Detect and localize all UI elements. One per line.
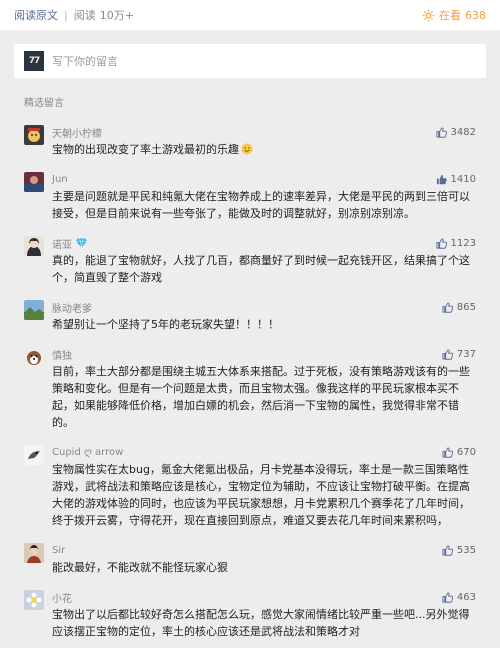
like-button[interactable]: 670 <box>442 447 476 458</box>
like-count: 737 <box>456 348 476 360</box>
cartoon-avatar-icon <box>24 125 44 145</box>
comment-item: 诺亚 1123 真的，能退了宝物就好，人找了几百，都商量好了到时候一起充钱开区，… <box>14 230 486 294</box>
commenter-name[interactable]: 脉动老爹 <box>52 300 92 315</box>
user-avatar: 77 <box>24 51 44 71</box>
avatar[interactable] <box>24 300 44 320</box>
comment-list: 天朝小柠檬 3482 宝物的出现改变了率土游戏最初的乐趣 Jun 1410 主要… <box>0 119 500 648</box>
bird-avatar-icon <box>24 445 44 465</box>
diamond-icon <box>76 238 87 248</box>
like-button[interactable]: 463 <box>442 592 476 603</box>
read-original-link[interactable]: 阅读原文 <box>14 7 58 23</box>
like-button[interactable]: 1123 <box>436 238 476 249</box>
comment-text: 真的，能退了宝物就好，人找了几百，都商量好了到时候一起充钱开区，结果搞了个这个，… <box>52 254 470 284</box>
thumbs-up-filled-icon <box>436 174 447 184</box>
dog-avatar-icon <box>24 347 44 367</box>
thumbs-up-icon <box>442 301 453 313</box>
read-count-label: 阅读 <box>73 9 96 22</box>
like-button[interactable]: 737 <box>442 349 476 360</box>
like-count: 3482 <box>450 126 476 138</box>
avatar[interactable] <box>24 172 44 192</box>
comment-item: 小花 463 宝物出了以后都比较好奇怎么搭配怎么玩，感觉大家闹情绪比较严重一些吧… <box>14 584 486 648</box>
commenter-name[interactable]: 诺亚 <box>52 236 72 251</box>
flower-avatar-icon <box>24 590 44 610</box>
avatar[interactable] <box>24 590 44 610</box>
divider: | <box>64 8 68 22</box>
comment-text: 主要是问题就是平民和纯氪大佬在宝物养成上的速率差异，大佬是平民的两到三倍可以接受… <box>52 190 470 220</box>
commenter-name[interactable]: Jun <box>52 174 68 185</box>
photo-avatar-icon <box>24 172 44 192</box>
thumbs-up-icon <box>442 544 453 556</box>
comment-item: Cupid ღ arrow 670 宝物属性实在太bug，氪金大佬氪出极品，月卡… <box>14 439 486 537</box>
comment-text: 目前，率土大部分都是围绕主城五大体系来搭配。过于死板，没有策略游戏该有的一些策略… <box>52 365 470 429</box>
comment-item: 脉动老爹 865 希望别让一个坚持了5年的老玩家失望！！！！ <box>14 294 486 341</box>
like-count: 1123 <box>450 237 476 249</box>
commenter-name[interactable]: Sir <box>52 545 65 556</box>
thumbs-up-icon <box>442 348 453 360</box>
watching-button[interactable]: 在看 638 <box>422 7 486 23</box>
avatar[interactable] <box>24 543 44 563</box>
like-button[interactable]: 3482 <box>436 127 476 138</box>
commenter-name[interactable]: 天朝小柠檬 <box>52 125 102 140</box>
smile-emoji-icon <box>241 143 253 155</box>
like-button[interactable]: 1410 <box>436 174 476 185</box>
avatar[interactable] <box>24 236 44 256</box>
commenter-name[interactable]: Cupid ღ arrow <box>52 447 123 458</box>
avatar[interactable] <box>24 125 44 145</box>
avatar[interactable] <box>24 445 44 465</box>
like-count: 865 <box>456 301 476 313</box>
anime-avatar-icon <box>24 236 44 256</box>
comment-input[interactable]: 77 写下你的留言 <box>14 44 486 78</box>
thumbs-up-icon <box>436 237 447 249</box>
like-count: 670 <box>456 446 476 458</box>
comment-text: 宝物的出现改变了率土游戏最初的乐趣 <box>52 141 476 158</box>
landscape-avatar-icon <box>24 300 44 320</box>
watching-label: 在看 <box>439 9 461 22</box>
comment-item: Jun 1410 主要是问题就是平民和纯氪大佬在宝物养成上的速率差异，大佬是平民… <box>14 166 486 230</box>
avatar[interactable] <box>24 347 44 367</box>
comment-text: 能改最好，不能改就不能怪玩家心狠 <box>52 561 228 574</box>
article-footer-bar: 阅读原文 | 阅读 10万+ 在看 638 <box>0 0 500 30</box>
watching-count: 638 <box>465 8 486 22</box>
read-count: 10万+ <box>99 9 134 22</box>
comment-item: 天朝小柠檬 3482 宝物的出现改变了率土游戏最初的乐趣 <box>14 119 486 166</box>
comment-item: 慎独 737 目前，率土大部分都是围绕主城五大体系来搭配。过于死板，没有策略游戏… <box>14 341 486 439</box>
comment-item: Sir 535 能改最好，不能改就不能怪玩家心狠 <box>14 537 486 584</box>
thumbs-up-icon <box>442 446 453 458</box>
section-title: 精选留言 <box>24 98 64 109</box>
character-avatar-icon <box>24 543 44 563</box>
thumbs-up-icon <box>436 126 447 138</box>
like-button[interactable]: 865 <box>442 302 476 313</box>
like-count: 463 <box>456 591 476 603</box>
like-button[interactable]: 535 <box>442 545 476 556</box>
comment-text: 宝物出了以后都比较好奇怎么搭配怎么玩，感觉大家闹情绪比较严重一些吧...另外觉得… <box>52 608 470 638</box>
comment-text: 宝物属性实在太bug，氪金大佬氪出极品，月卡党基本没得玩，率土是一款三国策略性游… <box>52 463 470 527</box>
watching-icon <box>422 9 435 21</box>
like-count: 1410 <box>450 173 476 185</box>
comment-text: 希望别让一个坚持了5年的老玩家失望！！！！ <box>52 318 279 331</box>
commenter-name[interactable]: 小花 <box>52 590 72 605</box>
commenter-name[interactable]: 慎独 <box>52 347 72 362</box>
like-count: 535 <box>456 544 476 556</box>
thumbs-up-icon <box>442 591 453 603</box>
comment-placeholder: 写下你的留言 <box>52 55 118 68</box>
